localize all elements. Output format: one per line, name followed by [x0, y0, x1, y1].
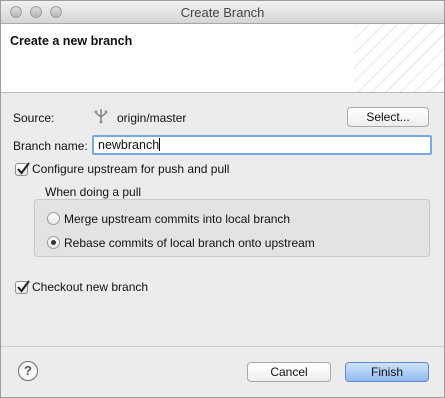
- text-caret: [159, 138, 161, 151]
- title-bar[interactable]: Create Branch: [1, 1, 444, 24]
- create-branch-dialog: Create Branch Create a new branch Source…: [0, 0, 445, 398]
- select-source-button[interactable]: Select...: [347, 107, 429, 127]
- checkout-label[interactable]: Checkout new branch: [32, 280, 148, 294]
- page-title: Create a new branch: [10, 34, 133, 48]
- source-value: origin/master: [117, 111, 187, 125]
- branch-icon: [94, 108, 108, 124]
- pull-options-group: Merge upstream commits into local branch…: [34, 199, 430, 257]
- help-icon[interactable]: ?: [18, 361, 38, 381]
- merge-radio[interactable]: [47, 212, 60, 225]
- source-label: Source:: [13, 111, 55, 125]
- checkout-checkbox[interactable]: [15, 280, 30, 294]
- rebase-radio[interactable]: [47, 236, 60, 249]
- merge-option-label[interactable]: Merge upstream commits into local branch: [64, 212, 290, 226]
- pull-group-title: When doing a pull: [45, 185, 142, 199]
- radio-selected-dot: [51, 240, 56, 245]
- cancel-button[interactable]: Cancel: [247, 362, 331, 382]
- configure-upstream-checkbox[interactable]: [15, 162, 30, 176]
- rebase-option-label[interactable]: Rebase commits of local branch onto upst…: [64, 236, 315, 250]
- branch-name-input[interactable]: newbranch: [92, 135, 432, 155]
- window-title: Create Branch: [180, 5, 265, 20]
- header-decoration: [354, 24, 444, 92]
- footer-separator: [1, 346, 444, 347]
- configure-upstream-label[interactable]: Configure upstream for push and pull: [32, 162, 229, 176]
- branch-name-value: newbranch: [98, 138, 160, 152]
- wizard-header: Create a new branch: [1, 24, 444, 93]
- checkmark-icon: [17, 280, 30, 293]
- branch-name-label: Branch name:: [13, 139, 88, 153]
- finish-button[interactable]: Finish: [345, 362, 429, 382]
- checkmark-icon: [17, 162, 30, 175]
